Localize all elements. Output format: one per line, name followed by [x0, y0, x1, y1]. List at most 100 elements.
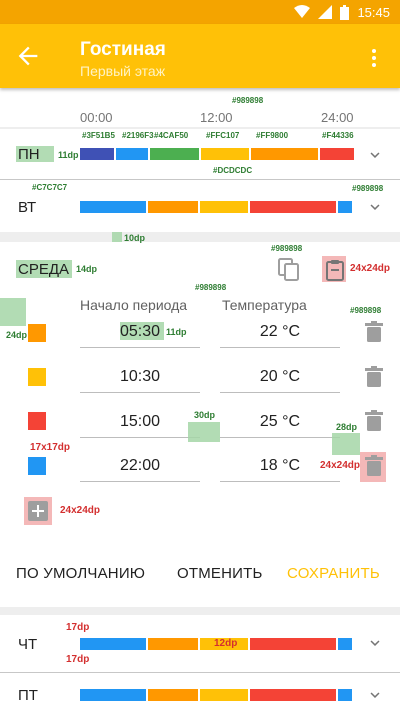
- day-label-tue: ВТ: [18, 199, 37, 216]
- redline-highlight: [188, 422, 220, 442]
- add-icon[interactable]: [28, 501, 48, 521]
- signal-icon: [318, 5, 333, 19]
- redline-highlight: [0, 298, 26, 326]
- period-start-field[interactable]: 22:00: [80, 450, 200, 482]
- redline-color-chip: #FFC107: [206, 131, 240, 140]
- schedule-segment: [250, 638, 336, 650]
- tick-label-mid: 12:00: [200, 110, 233, 125]
- redline-color-chip: #FF9800: [256, 131, 289, 140]
- status-time: 15:45: [357, 4, 390, 20]
- row-divider: [0, 672, 400, 673]
- redline-dimension: 10dp: [124, 233, 146, 243]
- redline-dimension: 30dp: [194, 410, 216, 420]
- schedule-segment: [80, 638, 146, 650]
- section-gap: [0, 232, 400, 242]
- redline-dimension: 24x24dp: [320, 460, 361, 471]
- schedule-segment: [80, 201, 146, 213]
- status-bar: 15:45: [0, 0, 400, 24]
- redline-dimension: 11dp: [166, 327, 187, 337]
- schedule-segment: [148, 689, 198, 701]
- redline-dimension: 17dp: [66, 622, 90, 633]
- screen: 15:45 Гостиная Первый этаж 00:00 12:00 2…: [0, 0, 400, 711]
- trash-icon[interactable]: [365, 321, 383, 343]
- schedule-segment: [320, 148, 355, 160]
- app-bar: Гостиная Первый этаж: [0, 24, 400, 88]
- schedule-segment: [149, 148, 200, 160]
- redline-text-color: #989898: [195, 283, 227, 292]
- redline-chevron-color: #989898: [352, 184, 384, 193]
- period-color-swatch[interactable]: [28, 412, 46, 430]
- default-button[interactable]: ПО УМОЛЧАНИЮ: [16, 565, 145, 582]
- tick-label-end: 24:00: [321, 110, 354, 125]
- schedule-segment: [201, 148, 249, 160]
- period-start-field[interactable]: 15:00: [80, 406, 200, 438]
- schedule-segment: [338, 638, 352, 650]
- day-label-thu: ЧТ: [18, 636, 38, 653]
- period-color-swatch[interactable]: [28, 324, 46, 342]
- chevron-down-icon[interactable]: [366, 686, 384, 704]
- day-label-fri: ПТ: [18, 687, 38, 704]
- section-gap: [0, 607, 400, 615]
- period-start-field[interactable]: 10:30: [80, 361, 200, 393]
- period-temp-field[interactable]: 20 °C: [220, 361, 340, 393]
- copy-icon[interactable]: [278, 258, 300, 282]
- period-temp-field[interactable]: 22 °C: [220, 316, 340, 348]
- guide-line: [0, 127, 400, 129]
- period-color-swatch[interactable]: [28, 368, 46, 386]
- redline-dimension: 12dp: [214, 638, 238, 649]
- schedule-segment: [148, 638, 198, 650]
- schedule-segment: [200, 201, 248, 213]
- redline-dimension: 17dp: [66, 654, 90, 665]
- redline-dimension: 24x24dp: [60, 505, 101, 516]
- page-title: Гостиная: [80, 39, 166, 60]
- more-vert-icon[interactable]: [362, 46, 386, 70]
- redline-dimension: 14dp: [76, 264, 98, 274]
- day-label-wed: СРЕДА: [18, 261, 70, 278]
- schedule-bar-mon[interactable]: [80, 148, 355, 160]
- paste-icon[interactable]: [326, 259, 344, 281]
- schedule-segment: [200, 689, 248, 701]
- column-header-start: Начало периода: [80, 297, 188, 313]
- redline-color-chip: #F44336: [322, 131, 354, 140]
- wifi-icon: [294, 5, 311, 18]
- redline-dimension: 17x17dp: [30, 442, 71, 453]
- chevron-down-icon[interactable]: [366, 146, 384, 164]
- period-temp-field[interactable]: 25 °C: [220, 406, 340, 438]
- schedule-segment: [250, 148, 319, 160]
- redline-guide-color: #DCDCDC: [213, 166, 253, 175]
- chevron-down-icon[interactable]: [366, 634, 384, 652]
- schedule-segment: [115, 148, 148, 160]
- trash-icon[interactable]: [365, 410, 383, 432]
- tick-label-start: 00:00: [80, 110, 113, 125]
- redline-text-color: #989898: [232, 96, 264, 105]
- schedule-segment: [250, 201, 336, 213]
- redline-dimension: 24dp: [6, 330, 28, 340]
- page-subtitle: Первый этаж: [80, 63, 166, 79]
- redline-color-chip: #4CAF50: [154, 131, 189, 140]
- schedule-segment: [80, 148, 114, 160]
- redline-highlight: [112, 232, 122, 242]
- day-label-mon: ПН: [18, 146, 40, 163]
- battery-icon: [340, 4, 350, 20]
- chevron-down-icon[interactable]: [366, 198, 384, 216]
- redline-icon-color: #989898: [271, 244, 303, 253]
- redline-color-chip: #2196F3: [122, 131, 154, 140]
- schedule-segment: [148, 201, 198, 213]
- trash-icon[interactable]: [365, 366, 383, 388]
- redline-divider-color: #C7C7C7: [32, 183, 68, 192]
- schedule-bar-fri[interactable]: [80, 689, 354, 701]
- save-button[interactable]: СОХРАНИТЬ: [287, 565, 380, 582]
- cancel-button[interactable]: ОТМЕНИТЬ: [177, 565, 263, 582]
- trash-icon[interactable]: [365, 455, 383, 477]
- row-divider: [0, 179, 400, 180]
- schedule-bar-tue[interactable]: [80, 201, 354, 213]
- back-arrow-icon[interactable]: [14, 42, 42, 70]
- redline-dimension: 24x24dp: [350, 263, 391, 274]
- redline-color-chip: #3F51B5: [82, 131, 115, 140]
- redline-dimension: 11dp: [58, 150, 79, 160]
- schedule-segment: [338, 201, 352, 213]
- column-header-temp: Температура: [222, 297, 307, 313]
- period-color-swatch[interactable]: [28, 457, 46, 475]
- redline-dimension: 28dp: [336, 422, 358, 432]
- schedule-segment: [80, 689, 146, 701]
